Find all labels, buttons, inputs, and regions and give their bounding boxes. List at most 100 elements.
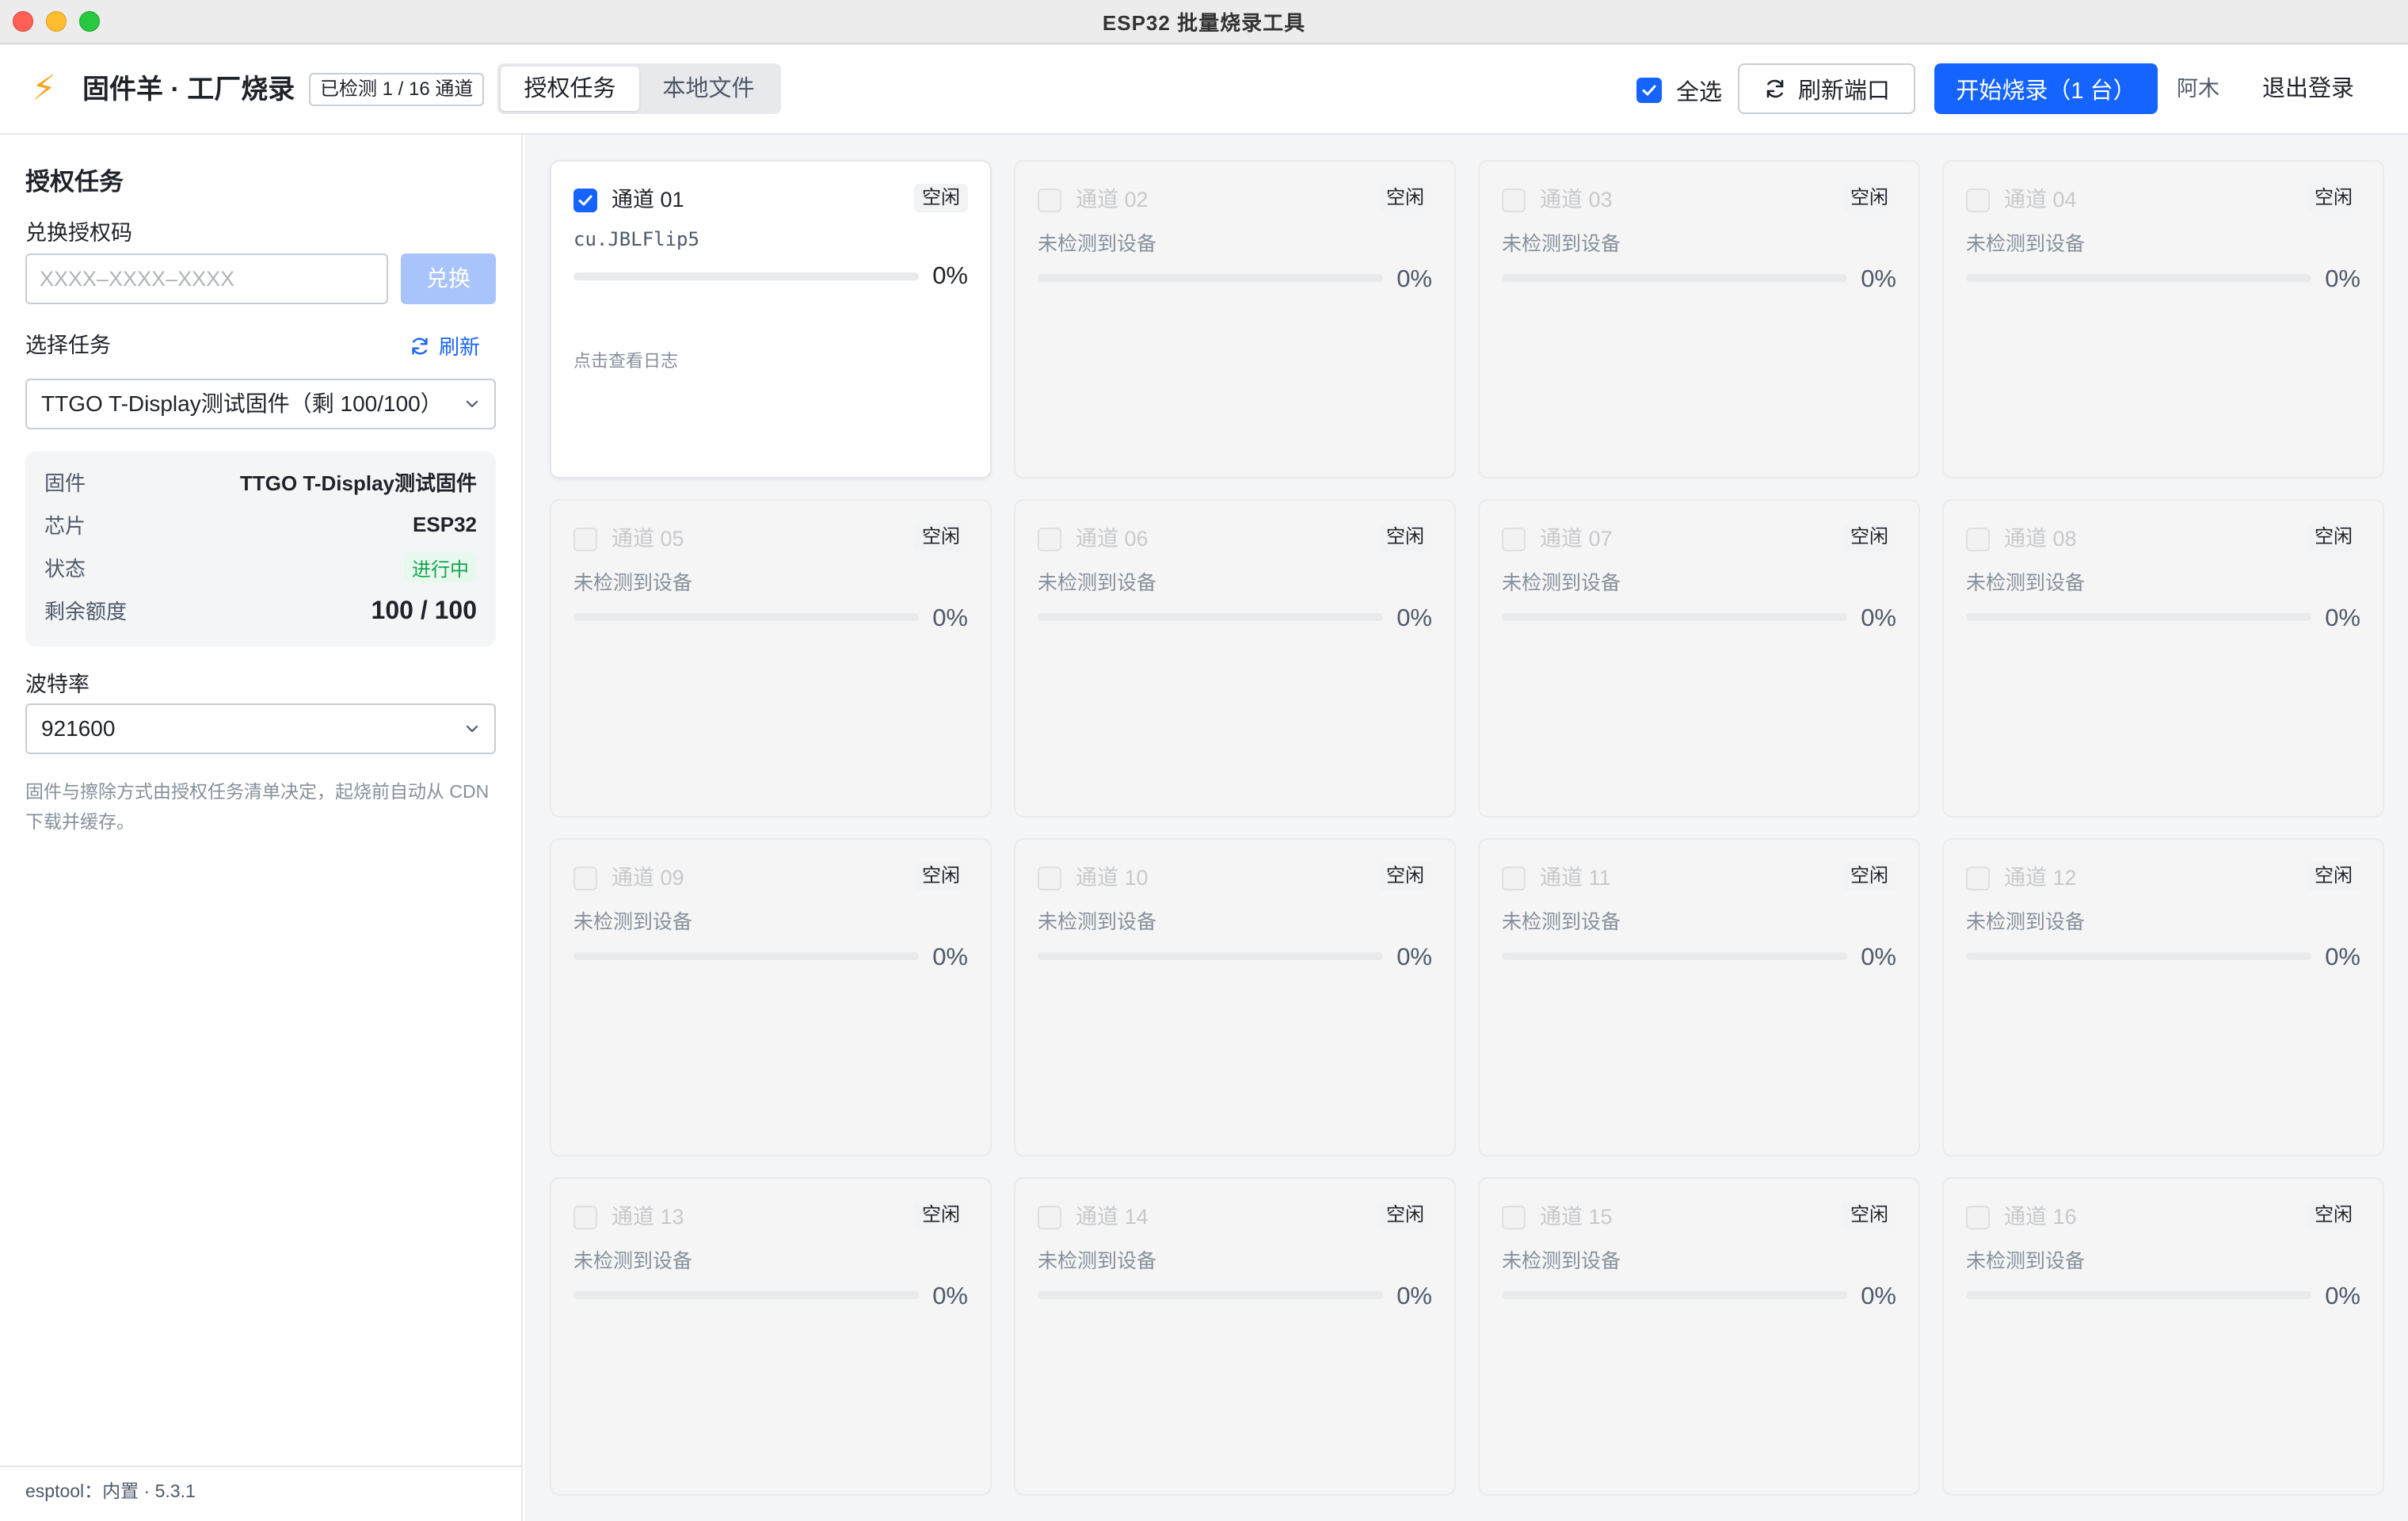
channel-card[interactable]: 通道 12 空闲 未检测到设备 0% (1942, 838, 2384, 1157)
tab-auth-tasks[interactable]: 授权任务 (501, 67, 639, 111)
quota-key: 剩余额度 (44, 599, 128, 623)
channel-state-badge: 空闲 (914, 184, 968, 212)
channel-device: 未检测到设备 (1502, 572, 1621, 594)
channel-checkbox[interactable] (1038, 1206, 1061, 1229)
channel-progress-bar (1502, 1291, 1847, 1299)
channel-card[interactable]: 通道 04 空闲 未检测到设备 0% (1942, 160, 2384, 478)
channel-progress-bar (573, 613, 919, 621)
channel-progress-percent: 0% (2325, 265, 2360, 292)
tab-local-files[interactable]: 本地文件 (639, 67, 778, 111)
channel-card[interactable]: 通道 13 空闲 未检测到设备 0% (550, 1177, 992, 1496)
channel-progress-percent: 0% (2325, 1282, 2360, 1309)
channel-card[interactable]: 通道 14 空闲 未检测到设备 0% (1014, 1177, 1456, 1496)
channel-progress-percent: 0% (2325, 943, 2360, 970)
channel-name: 通道 10 (1076, 866, 1149, 890)
user-name: 阿木 (2177, 77, 2219, 101)
refresh-tasks-link[interactable]: 刷新 (409, 331, 480, 360)
channel-state-badge: 空闲 (1378, 1201, 1432, 1229)
redeem-code-input[interactable]: XXXX–XXXX–XXXX (25, 254, 388, 304)
channel-progress-percent: 0% (1861, 1282, 1896, 1309)
channel-name: 通道 04 (2004, 188, 2077, 212)
channel-name: 通道 06 (1076, 527, 1149, 551)
baud-select[interactable]: 921600 (25, 703, 496, 754)
channel-device: 未检测到设备 (1966, 911, 2086, 933)
app-header: ⚡ 固件羊 · 工厂烧录 已检测 1 / 16 通道 授权任务 本地文件 全选 … (0, 44, 2408, 135)
channel-checkbox[interactable] (1038, 528, 1061, 551)
firmware-key: 固件 (44, 471, 86, 495)
channel-state-badge: 空闲 (914, 523, 968, 551)
channel-name: 通道 13 (612, 1205, 684, 1229)
firmware-row: 固件 TTGO T-Display测试固件 (44, 466, 477, 497)
channel-progress-percent: 0% (1396, 265, 1432, 292)
channel-checkbox[interactable] (573, 528, 597, 551)
channel-checkbox[interactable] (1966, 189, 1990, 212)
channel-progress-percent: 0% (1861, 604, 1896, 631)
channel-card[interactable]: 通道 02 空闲 未检测到设备 0% (1014, 160, 1456, 478)
channel-name: 通道 14 (1076, 1205, 1149, 1229)
channel-progress-bar (1502, 952, 1847, 960)
channel-name: 通道 01 (612, 188, 684, 212)
chevron-down-icon (466, 400, 478, 408)
channel-checkbox[interactable] (573, 189, 597, 212)
channel-checkbox[interactable] (1502, 1206, 1526, 1229)
channel-checkbox[interactable] (1038, 867, 1061, 890)
channel-checkbox[interactable] (1966, 528, 1990, 551)
channel-checkbox[interactable] (1038, 189, 1061, 212)
baud-label: 波特率 (25, 673, 90, 696)
channel-card[interactable]: 通道 05 空闲 未检测到设备 0% (550, 499, 992, 818)
refresh-icon (412, 337, 428, 355)
start-flash-button[interactable]: 开始烧录（1 台） (1934, 63, 2158, 114)
channel-name: 通道 05 (612, 527, 684, 551)
refresh-icon (1766, 79, 1784, 98)
channel-progress-percent: 0% (1861, 943, 1896, 970)
redeem-code-label: 兑换授权码 (25, 221, 132, 245)
channel-card[interactable]: 通道 07 空闲 未检测到设备 0% (1478, 499, 1920, 818)
logout-button[interactable]: 退出登录 (2262, 73, 2354, 105)
refresh-tasks-label: 刷新 (439, 335, 481, 359)
channel-checkbox[interactable] (1502, 528, 1526, 551)
channel-checkbox[interactable] (1966, 867, 1990, 890)
channel-device: 未检测到设备 (1502, 1250, 1621, 1272)
channel-card[interactable]: 通道 06 空闲 未检测到设备 0% (1014, 499, 1456, 818)
channel-state-badge: 空闲 (1842, 184, 1896, 212)
channel-progress-bar (1038, 613, 1383, 621)
channel-card[interactable]: 通道 11 空闲 未检测到设备 0% (1478, 838, 1920, 1157)
select-all-checkbox[interactable] (1636, 78, 1662, 103)
channel-checkbox[interactable] (573, 867, 597, 890)
channel-card[interactable]: 通道 09 空闲 未检测到设备 0% (550, 838, 992, 1157)
app-brand: 固件羊 · 工厂烧录 (82, 74, 295, 105)
check-icon (578, 195, 592, 206)
maximize-window-button[interactable] (79, 11, 100, 32)
refresh-ports-button[interactable]: 刷新端口 (1738, 63, 1915, 114)
window-controls (13, 11, 100, 32)
channel-grid: 通道 01 空闲 cu.JBLFlip5 0% 点击查看日志 通道 02 空闲 未检测到设备 0… (550, 160, 2384, 1496)
channel-checkbox[interactable] (1502, 867, 1526, 890)
channel-name: 通道 08 (2004, 527, 2077, 551)
channel-card[interactable]: 通道 08 空闲 未检测到设备 0% (1942, 499, 2384, 818)
channel-checkbox[interactable] (573, 1206, 597, 1229)
task-select[interactable]: TTGO T-Display测试固件（剩 100/100） (25, 379, 496, 429)
channel-progress-bar (1966, 613, 2311, 621)
channel-state-badge: 空闲 (914, 862, 968, 890)
close-window-button[interactable] (13, 11, 33, 32)
channel-progress-bar (1502, 613, 1847, 621)
channel-card[interactable]: 通道 16 空闲 未检测到设备 0% (1942, 1177, 2384, 1496)
select-all-toggle[interactable]: 全选 (1636, 74, 1722, 106)
channel-device: 未检测到设备 (1038, 233, 1157, 255)
channel-card[interactable]: 通道 01 空闲 cu.JBLFlip5 0% 点击查看日志 (550, 160, 992, 478)
select-all-label: 全选 (1676, 80, 1723, 105)
channel-checkbox[interactable] (1502, 189, 1526, 212)
channel-checkbox[interactable] (1966, 1206, 1990, 1229)
minimize-window-button[interactable] (46, 11, 67, 32)
task-select-value: TTGO T-Display测试固件（剩 100/100） (41, 391, 443, 416)
view-log-link[interactable]: 点击查看日志 (573, 347, 678, 372)
channel-device: cu.JBLFlip5 (573, 228, 699, 250)
channel-card[interactable]: 通道 10 空闲 未检测到设备 0% (1014, 838, 1456, 1157)
detected-channels-badge: 已检测 1 / 16 通道 (309, 73, 485, 106)
redeem-button[interactable]: 兑换 (401, 254, 496, 304)
channel-card[interactable]: 通道 15 空闲 未检测到设备 0% (1478, 1177, 1920, 1496)
refresh-ports-label: 刷新端口 (1797, 78, 1890, 104)
channel-state-badge: 空闲 (914, 1201, 968, 1229)
channel-device: 未检测到设备 (573, 1250, 693, 1272)
channel-card[interactable]: 通道 03 空闲 未检测到设备 0% (1478, 160, 1920, 478)
